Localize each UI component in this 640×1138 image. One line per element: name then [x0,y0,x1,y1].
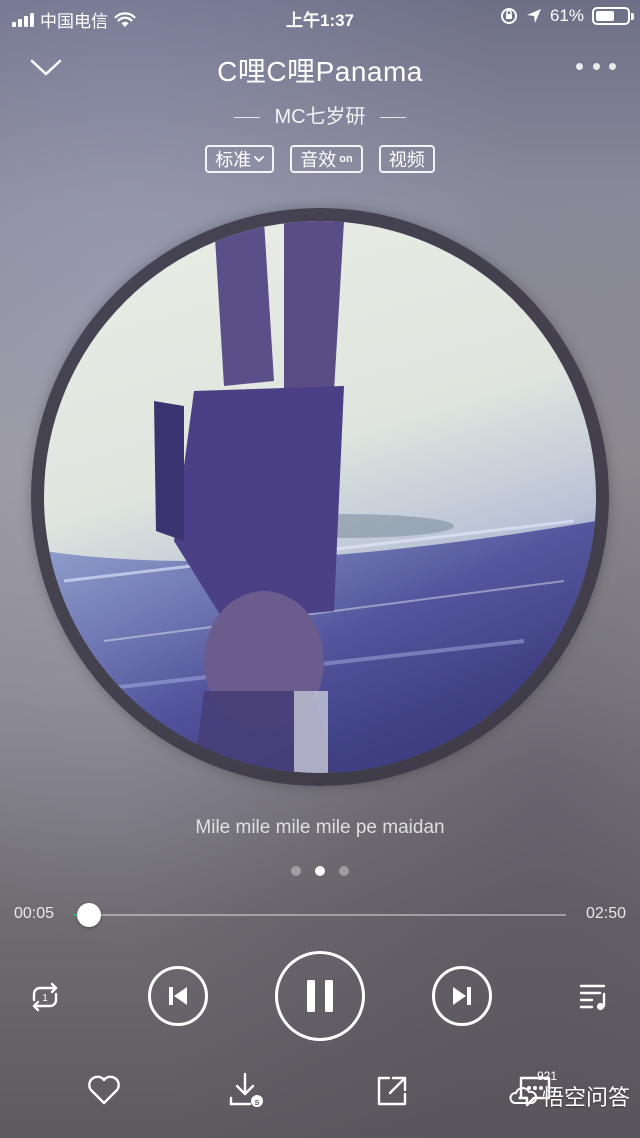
divider [234,117,261,119]
playlist-button[interactable] [578,980,612,1019]
page-dot [291,866,301,876]
like-button[interactable] [86,1074,122,1111]
bottom-action-bar: s 921 悟空问答 [0,1060,640,1120]
next-icon [453,987,471,1005]
previous-icon [169,987,187,1005]
playlist-icon [579,984,606,1011]
rotation-lock-icon [500,8,517,24]
more-icon [576,62,583,70]
current-time: 00:05 [14,905,55,922]
quality-label: 标准 [215,150,252,170]
total-time: 02:50 [585,905,626,922]
effects-state: on [339,153,353,165]
svg-text:s: s [254,1097,259,1107]
effects-label: 音效 [300,150,337,170]
artist-name[interactable]: MC七岁研 [274,106,365,128]
svg-text:1: 1 [42,993,48,1004]
cloud-logo-icon [509,1087,538,1104]
video-chip[interactable]: 视频 [378,145,435,173]
share-icon [377,1076,407,1106]
heart-icon [88,1075,120,1105]
more-button[interactable] [576,54,616,78]
collapse-chevron-icon [30,59,62,76]
artist-row: MC七岁研 [0,100,640,129]
battery-percent: 61% [549,6,584,25]
lyric-line[interactable]: Mile mile mile mile pe maidan [0,817,640,839]
progress-track[interactable] [74,903,566,927]
quality-chip[interactable]: 标准 [205,145,275,173]
watermark: 悟空问答 [508,1080,630,1112]
pause-icon [307,980,333,1012]
player-header: C哩C哩Panama [0,44,640,94]
page-dot [339,866,349,876]
page-indicator [0,866,640,876]
battery-icon [592,7,634,25]
effects-chip[interactable]: 音效 on [290,145,363,173]
download-icon: s [229,1072,263,1107]
video-label: 视频 [388,150,425,170]
song-title: C哩C哩Panama [217,56,423,87]
watermark-text: 悟空问答 [541,1085,630,1110]
progress-thumb[interactable] [76,903,101,927]
collapse-button[interactable] [26,52,66,82]
pause-button[interactable] [275,951,365,1041]
album-art[interactable] [44,221,596,773]
carrier-label: 中国电信 [40,12,108,31]
share-button[interactable] [375,1074,409,1113]
progress-bar: 00:05 02:50 [0,902,640,928]
wifi-icon [114,11,136,27]
page-dot [315,866,325,876]
repeat-one-icon: 1 [32,982,58,1012]
chevron-down-icon [254,156,265,163]
status-bar: 中国电信 上午1:37 61% [0,0,640,34]
download-button[interactable]: s [228,1072,266,1113]
previous-button[interactable] [148,966,208,1026]
status-left: 中国电信 [12,7,136,32]
option-chips: 标准 音效 on 视频 [0,145,640,173]
signal-icon [12,12,34,27]
divider [379,117,406,119]
next-button[interactable] [432,966,492,1026]
location-arrow-icon [526,9,541,23]
repeat-button[interactable]: 1 [26,978,64,1021]
status-right: 61% [500,6,634,26]
